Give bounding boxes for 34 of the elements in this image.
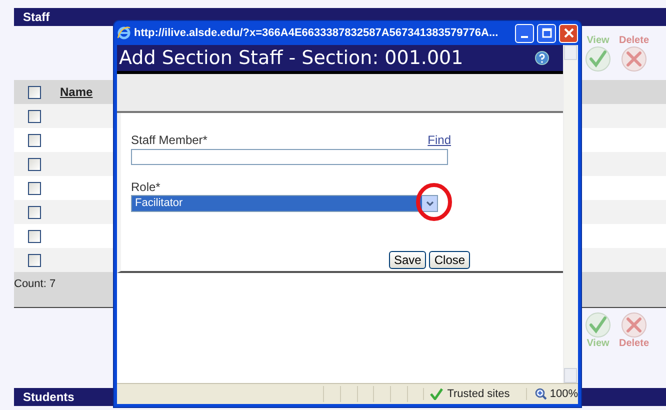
- checkbox[interactable]: [28, 254, 40, 268]
- browser-icon: [117, 26, 131, 40]
- row-count: Count: 7: [14, 278, 56, 290]
- find-link[interactable]: Find: [428, 133, 451, 147]
- minimize-icon: [521, 36, 528, 38]
- dialog-title: Add Section Staff - Section: 001.001: [119, 47, 464, 69]
- close-icon: [564, 28, 574, 38]
- chevron-down-icon: [426, 200, 434, 206]
- role-dropdown[interactable]: Facilitator: [131, 195, 438, 212]
- security-zone: Trusted sites: [447, 388, 510, 400]
- maximize-icon: [542, 28, 552, 38]
- checkbox[interactable]: [28, 230, 40, 244]
- field-label: Role*: [131, 180, 160, 194]
- checkbox[interactable]: [28, 206, 40, 220]
- close-button[interactable]: [559, 24, 578, 42]
- scrollbar[interactable]: [563, 45, 578, 383]
- checkbox[interactable]: [28, 134, 40, 148]
- close-button[interactable]: Close: [429, 251, 470, 269]
- checkbox[interactable]: [28, 158, 40, 172]
- column-header[interactable]: Name: [54, 85, 93, 99]
- help-icon[interactable]: [535, 51, 549, 65]
- input-field[interactable]: [131, 149, 448, 165]
- zoom-level[interactable]: 100%: [550, 388, 578, 400]
- field-label: Staff Member*: [131, 133, 208, 147]
- checkbox[interactable]: [28, 86, 40, 100]
- zoom-icon[interactable]: [534, 388, 547, 400]
- window-title: http://ilive.alsde.edu/?x=366A4E6633387832587A567341383579776A...: [134, 27, 500, 39]
- checkbox[interactable]: [28, 182, 40, 196]
- maximize-button[interactable]: [537, 24, 556, 42]
- check-icon: [430, 388, 444, 400]
- checkbox[interactable]: [28, 110, 40, 124]
- highlight-circle: [415, 182, 453, 222]
- minimize-button[interactable]: [515, 24, 534, 42]
- save-button[interactable]: Save: [389, 251, 426, 269]
